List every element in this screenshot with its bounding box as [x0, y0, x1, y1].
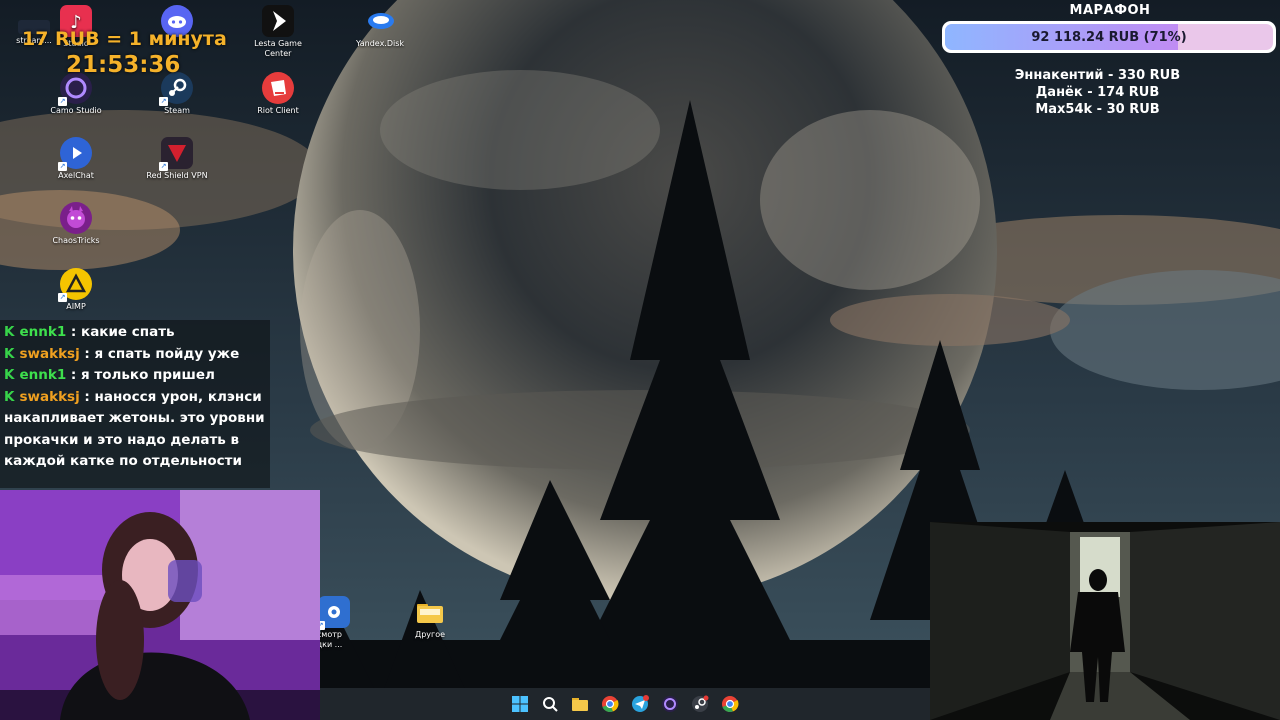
- chrome-icon: [602, 696, 619, 713]
- obs-icon: [662, 696, 678, 712]
- aimp-icon: ↗: [58, 268, 92, 302]
- lesta-icon: [262, 5, 294, 37]
- chat-username: swakksj: [19, 388, 80, 405]
- desktop-icon-folder-other[interactable]: Другое: [392, 596, 468, 640]
- desktop-icon-label: Camo Studio: [50, 106, 102, 115]
- chat-text: какие спать: [81, 324, 175, 340]
- desktop-icon-label: AIMP: [66, 302, 86, 311]
- desktop-icon-label: Lesta Game Center: [254, 39, 302, 58]
- desktop-icon-steam[interactable]: ↗ Steam: [139, 72, 215, 116]
- taskbar-obs[interactable]: [660, 694, 680, 714]
- shortcut-arrow-icon: ↗: [58, 293, 67, 302]
- desktop-icon-yandex-disk[interactable]: Yandex.Disk: [342, 5, 418, 49]
- donor-entry: Данёк - 174 RUB: [1035, 85, 1160, 100]
- taskbar-chrome[interactable]: [600, 694, 620, 714]
- shortcut-arrow-icon: ↗: [58, 162, 67, 171]
- desktop-icon-lesta-game-center[interactable]: Lesta Game Center: [240, 5, 316, 59]
- stream-chat: Kennk1 : какие спать Kswakksj : я спать …: [0, 320, 270, 488]
- steam-icon: [692, 695, 709, 712]
- folder-icon: [572, 698, 588, 711]
- marathon-progress-track: 92 118.24 RUB (71%): [945, 24, 1273, 50]
- chat-username: ennk1: [19, 367, 67, 383]
- yandex-disk-icon: [364, 5, 396, 37]
- taskbar-search-button[interactable]: [540, 694, 560, 714]
- marathon-progress-bar: 92 118.24 RUB (71%): [942, 21, 1276, 53]
- desktop-icon-label: Steam: [164, 106, 190, 115]
- donor-entry: Max54k - 30 RUB: [1035, 102, 1160, 117]
- start-button[interactable]: [510, 694, 530, 714]
- chat-username: ennk1: [19, 324, 67, 340]
- chat-text: я только пришел: [81, 367, 215, 383]
- countdown-timer: 21:53:36: [66, 52, 181, 78]
- chat-message: Kswakksj : наносся урон, клэнси накаплив…: [4, 388, 265, 470]
- desktop-icon-label: Riot Client: [257, 106, 299, 115]
- desktop-icon-camo-studio[interactable]: ↗ Camo Studio: [38, 72, 114, 116]
- taskbar-chrome-2[interactable]: [720, 694, 740, 714]
- axelchat-icon: ↗: [58, 137, 92, 171]
- webcam-feed: [0, 490, 320, 720]
- marathon-amount: 92 118.24 RUB (71%): [1031, 30, 1187, 45]
- desktop-icon-red-shield-vpn[interactable]: ↗ Red Shield VPN: [139, 137, 215, 181]
- folder-icon: [414, 596, 446, 628]
- desktop-icon-label: Yandex.Disk: [355, 39, 405, 48]
- desktop-icon-chaostricks[interactable]: ChaosTricks: [38, 202, 114, 246]
- kick-badge-icon: K: [4, 345, 15, 362]
- taskbar-telegram[interactable]: [630, 694, 650, 714]
- desktop-icon-label: AxelChat: [58, 171, 94, 180]
- shortcut-arrow-icon: ↗: [159, 97, 168, 106]
- shortcut-arrow-icon: ↗: [159, 162, 168, 171]
- chat-message: Kennk1 : я только пришел: [4, 365, 266, 387]
- chat-username: swakksj: [19, 345, 80, 362]
- desktop-icon-label: Другое: [414, 630, 446, 639]
- shortcut-arrow-icon: ↗: [58, 97, 67, 106]
- control-panel-icon: ↗: [316, 596, 350, 630]
- donation-rate-text: 17 RUB = 1 минута: [22, 28, 227, 50]
- kick-badge-icon: K: [4, 324, 15, 340]
- chat-message: Kswakksj : я спать пойду уже: [4, 344, 266, 366]
- telegram-icon: [632, 695, 649, 712]
- kick-badge-icon: K: [4, 388, 15, 405]
- donor-entry: Эннакентий - 330 RUB: [1014, 68, 1181, 83]
- red-shield-icon: ↗: [159, 137, 193, 171]
- taskbar-steam[interactable]: [690, 694, 710, 714]
- chaostricks-icon: [60, 202, 92, 234]
- search-icon: [543, 697, 558, 712]
- windows-icon: [512, 696, 528, 712]
- desktop-icon-label: ChaosTricks: [52, 236, 100, 245]
- chat-text: я спать пойду уже: [94, 345, 240, 362]
- chat-message: Kennk1 : какие спать: [4, 322, 266, 344]
- desktop-icon-axelchat[interactable]: ↗ AxelChat: [38, 137, 114, 181]
- desktop-icon-riot-client[interactable]: Riot Client: [240, 72, 316, 116]
- game-preview-window: [930, 522, 1280, 720]
- marathon-title: МАРАФОН: [1069, 3, 1151, 18]
- chrome-icon: [722, 696, 739, 713]
- taskbar: [320, 688, 930, 720]
- top-donors-list: Эннакентий - 330 RUB Данёк - 174 RUB Max…: [985, 67, 1210, 118]
- riot-icon: [262, 72, 294, 104]
- kick-badge-icon: K: [4, 367, 15, 383]
- taskbar-file-explorer[interactable]: [570, 694, 590, 714]
- desktop-icon-label: Red Shield VPN: [146, 171, 208, 180]
- desktop-icon-aimp[interactable]: ↗ AIMP: [38, 268, 114, 312]
